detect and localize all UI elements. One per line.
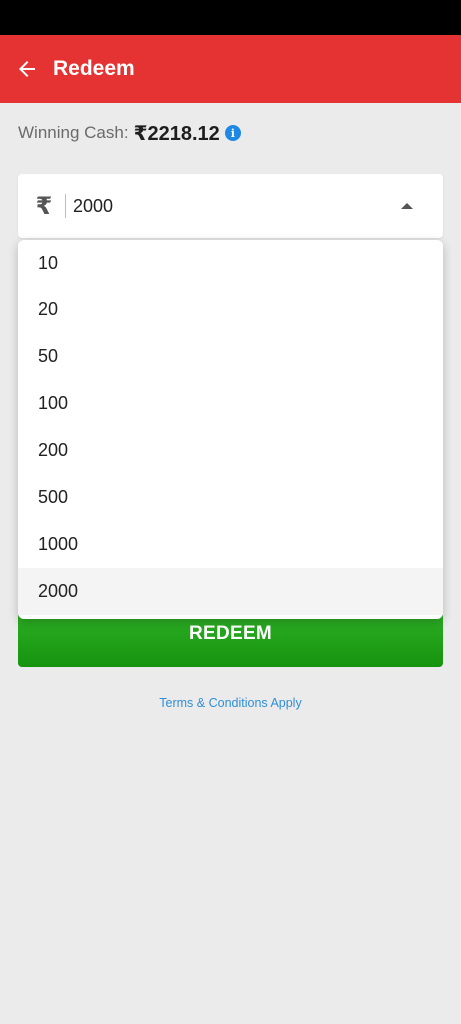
terms-link[interactable]: Terms & Conditions Apply: [0, 696, 461, 710]
rupee-icon: ₹: [35, 192, 53, 220]
amount-option-10[interactable]: 10: [18, 240, 443, 286]
amount-option-2000[interactable]: 2000: [18, 568, 443, 615]
amount-option-1000[interactable]: 1000: [18, 521, 443, 568]
winning-cash-row: Winning Cash: ₹2218.12 i: [18, 121, 241, 145]
select-divider: [65, 194, 66, 218]
page-title: Redeem: [53, 57, 135, 80]
selected-amount: 2000: [73, 195, 114, 216]
amount-option-500[interactable]: 500: [18, 474, 443, 521]
amount-dropdown: 10 20 50 100 200 500 1000 2000: [18, 240, 443, 619]
amount-select[interactable]: ₹ 2000: [18, 174, 443, 238]
caret-up-icon: [401, 203, 413, 209]
back-arrow-icon[interactable]: [13, 55, 41, 83]
info-icon[interactable]: i: [224, 125, 241, 141]
amount-option-100[interactable]: 100: [18, 380, 443, 427]
amount-option-200[interactable]: 200: [18, 427, 443, 474]
amount-option-20[interactable]: 20: [18, 286, 443, 333]
app-bar: Redeem: [0, 35, 461, 103]
winning-cash-amount: ₹2218.12: [133, 122, 220, 145]
winning-cash-label: Winning Cash:: [18, 123, 129, 142]
status-bar: [0, 0, 461, 35]
amount-option-50[interactable]: 50: [18, 333, 443, 380]
